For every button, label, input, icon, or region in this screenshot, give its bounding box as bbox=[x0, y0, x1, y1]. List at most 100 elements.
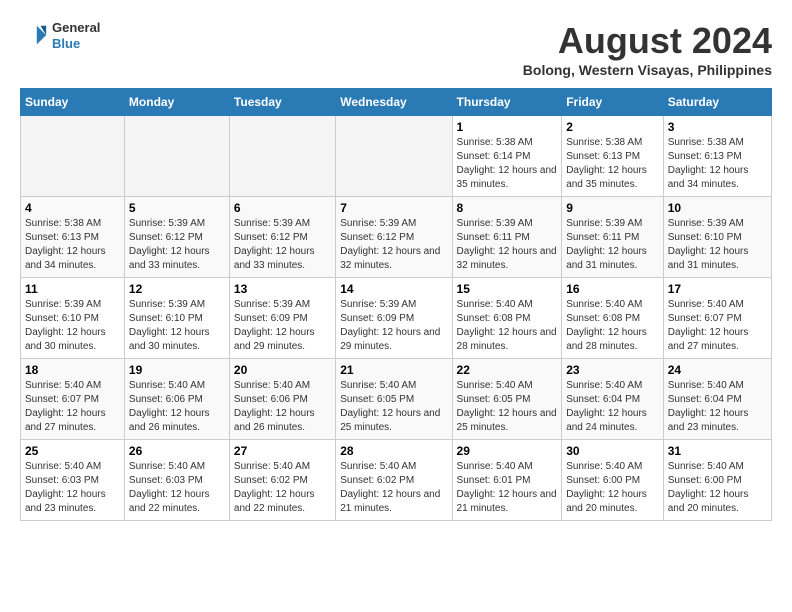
day-info: Sunrise: 5:40 AMSunset: 6:00 PMDaylight:… bbox=[566, 460, 659, 516]
calendar-cell: 10 Sunrise: 5:39 AMSunset: 6:10 PMDayligh… bbox=[663, 197, 771, 278]
day-number: 15 bbox=[457, 282, 558, 296]
day-number: 3 bbox=[668, 120, 767, 134]
day-number: 11 bbox=[25, 282, 120, 296]
day-number: 21 bbox=[340, 363, 447, 377]
week-row-3: 11 Sunrise: 5:39 AMSunset: 6:10 PMDayligh… bbox=[21, 278, 772, 359]
day-number: 19 bbox=[129, 363, 225, 377]
day-info: Sunrise: 5:39 AMSunset: 6:09 PMDaylight:… bbox=[234, 298, 331, 354]
day-number: 12 bbox=[129, 282, 225, 296]
day-info: Sunrise: 5:40 AMSunset: 6:06 PMDaylight:… bbox=[234, 379, 331, 435]
weekday-header-row: SundayMondayTuesdayWednesdayThursdayFrid… bbox=[21, 89, 772, 116]
calendar-cell: 31 Sunrise: 5:40 AMSunset: 6:00 PMDayligh… bbox=[663, 440, 771, 521]
day-number: 9 bbox=[566, 201, 659, 215]
calendar-cell: 1Sunrise: 5:38 AMSunset: 6:14 PMDaylight… bbox=[452, 116, 562, 197]
calendar-cell: 16 Sunrise: 5:40 AMSunset: 6:08 PMDayligh… bbox=[562, 278, 664, 359]
day-info: Sunrise: 5:39 AMSunset: 6:11 PMDaylight:… bbox=[566, 217, 659, 273]
calendar-cell: 21 Sunrise: 5:40 AMSunset: 6:05 PMDayligh… bbox=[336, 359, 452, 440]
weekday-header-thursday: Thursday bbox=[452, 89, 562, 116]
day-info: Sunrise: 5:39 AMSunset: 6:10 PMDaylight:… bbox=[129, 298, 225, 354]
day-number: 28 bbox=[340, 444, 447, 458]
calendar-cell: 26Sunrise: 5:40 AMSunset: 6:03 PMDayligh… bbox=[124, 440, 229, 521]
day-info: Sunrise: 5:40 AMSunset: 6:01 PMDaylight:… bbox=[457, 460, 558, 516]
day-info: Sunrise: 5:39 AMSunset: 6:10 PMDaylight:… bbox=[668, 217, 767, 273]
logo-line1: General bbox=[52, 20, 100, 36]
week-row-4: 18Sunrise: 5:40 AMSunset: 6:07 PMDayligh… bbox=[21, 359, 772, 440]
day-number: 22 bbox=[457, 363, 558, 377]
day-number: 10 bbox=[668, 201, 767, 215]
calendar-cell: 11Sunrise: 5:39 AMSunset: 6:10 PMDayligh… bbox=[21, 278, 125, 359]
month-title: August 2024 bbox=[523, 20, 772, 62]
week-row-2: 4 Sunrise: 5:38 AMSunset: 6:13 PMDaylight… bbox=[21, 197, 772, 278]
calendar-cell: 30 Sunrise: 5:40 AMSunset: 6:00 PMDayligh… bbox=[562, 440, 664, 521]
day-info: Sunrise: 5:39 AMSunset: 6:12 PMDaylight:… bbox=[234, 217, 331, 273]
day-number: 7 bbox=[340, 201, 447, 215]
calendar-cell: 20 Sunrise: 5:40 AMSunset: 6:06 PMDayligh… bbox=[229, 359, 335, 440]
day-number: 8 bbox=[457, 201, 558, 215]
calendar-cell: 22 Sunrise: 5:40 AMSunset: 6:05 PMDayligh… bbox=[452, 359, 562, 440]
day-info: Sunrise: 5:38 AMSunset: 6:13 PMDaylight:… bbox=[566, 136, 659, 192]
day-info: Sunrise: 5:39 AMSunset: 6:12 PMDaylight:… bbox=[129, 217, 225, 273]
day-number: 16 bbox=[566, 282, 659, 296]
day-number: 25 bbox=[25, 444, 120, 458]
day-number: 30 bbox=[566, 444, 659, 458]
day-info: Sunrise: 5:40 AMSunset: 6:02 PMDaylight:… bbox=[340, 460, 447, 516]
calendar-cell: 2 Sunrise: 5:38 AMSunset: 6:13 PMDaylight… bbox=[562, 116, 664, 197]
day-number: 13 bbox=[234, 282, 331, 296]
day-info: Sunrise: 5:40 AMSunset: 6:07 PMDaylight:… bbox=[668, 298, 767, 354]
week-row-5: 25 Sunrise: 5:40 AMSunset: 6:03 PMDayligh… bbox=[21, 440, 772, 521]
calendar-cell: 6Sunrise: 5:39 AMSunset: 6:12 PMDaylight… bbox=[229, 197, 335, 278]
calendar-cell bbox=[336, 116, 452, 197]
week-row-1: 1Sunrise: 5:38 AMSunset: 6:14 PMDaylight… bbox=[21, 116, 772, 197]
day-number: 4 bbox=[25, 201, 120, 215]
calendar-cell: 7 Sunrise: 5:39 AMSunset: 6:12 PMDaylight… bbox=[336, 197, 452, 278]
calendar-table: SundayMondayTuesdayWednesdayThursdayFrid… bbox=[20, 88, 772, 521]
day-number: 31 bbox=[668, 444, 767, 458]
logo: General Blue bbox=[20, 20, 100, 51]
day-info: Sunrise: 5:39 AMSunset: 6:09 PMDaylight:… bbox=[340, 298, 447, 354]
day-info: Sunrise: 5:40 AMSunset: 6:05 PMDaylight:… bbox=[340, 379, 447, 435]
weekday-header-friday: Friday bbox=[562, 89, 664, 116]
day-number: 20 bbox=[234, 363, 331, 377]
calendar-cell: 18Sunrise: 5:40 AMSunset: 6:07 PMDayligh… bbox=[21, 359, 125, 440]
day-info: Sunrise: 5:38 AMSunset: 6:13 PMDaylight:… bbox=[668, 136, 767, 192]
location: Bolong, Western Visayas, Philippines bbox=[523, 62, 772, 78]
calendar-cell: 9 Sunrise: 5:39 AMSunset: 6:11 PMDaylight… bbox=[562, 197, 664, 278]
day-number: 26 bbox=[129, 444, 225, 458]
day-info: Sunrise: 5:38 AMSunset: 6:13 PMDaylight:… bbox=[25, 217, 120, 273]
day-number: 24 bbox=[668, 363, 767, 377]
title-area: August 2024 Bolong, Western Visayas, Phi… bbox=[523, 20, 772, 78]
day-info: Sunrise: 5:40 AMSunset: 6:08 PMDaylight:… bbox=[566, 298, 659, 354]
day-number: 17 bbox=[668, 282, 767, 296]
calendar-cell: 27Sunrise: 5:40 AMSunset: 6:02 PMDayligh… bbox=[229, 440, 335, 521]
calendar-cell: 15Sunrise: 5:40 AMSunset: 6:08 PMDayligh… bbox=[452, 278, 562, 359]
weekday-header-monday: Monday bbox=[124, 89, 229, 116]
calendar-cell: 3 Sunrise: 5:38 AMSunset: 6:13 PMDaylight… bbox=[663, 116, 771, 197]
calendar-cell bbox=[229, 116, 335, 197]
weekday-header-sunday: Sunday bbox=[21, 89, 125, 116]
day-number: 2 bbox=[566, 120, 659, 134]
logo-icon bbox=[20, 22, 48, 50]
page-header: General Blue August 2024 Bolong, Western… bbox=[20, 20, 772, 78]
calendar-cell bbox=[124, 116, 229, 197]
calendar-cell: 12 Sunrise: 5:39 AMSunset: 6:10 PMDayligh… bbox=[124, 278, 229, 359]
day-info: Sunrise: 5:40 AMSunset: 6:00 PMDaylight:… bbox=[668, 460, 767, 516]
day-number: 29 bbox=[457, 444, 558, 458]
weekday-header-saturday: Saturday bbox=[663, 89, 771, 116]
day-number: 23 bbox=[566, 363, 659, 377]
day-info: Sunrise: 5:39 AMSunset: 6:12 PMDaylight:… bbox=[340, 217, 447, 273]
calendar-cell: 25 Sunrise: 5:40 AMSunset: 6:03 PMDayligh… bbox=[21, 440, 125, 521]
day-info: Sunrise: 5:40 AMSunset: 6:05 PMDaylight:… bbox=[457, 379, 558, 435]
calendar-cell: 13 Sunrise: 5:39 AMSunset: 6:09 PMDayligh… bbox=[229, 278, 335, 359]
calendar-cell: 8Sunrise: 5:39 AMSunset: 6:11 PMDaylight… bbox=[452, 197, 562, 278]
day-info: Sunrise: 5:40 AMSunset: 6:03 PMDaylight:… bbox=[25, 460, 120, 516]
day-info: Sunrise: 5:40 AMSunset: 6:04 PMDaylight:… bbox=[566, 379, 659, 435]
calendar-cell: 5Sunrise: 5:39 AMSunset: 6:12 PMDaylight… bbox=[124, 197, 229, 278]
calendar-cell: 19 Sunrise: 5:40 AMSunset: 6:06 PMDayligh… bbox=[124, 359, 229, 440]
calendar-cell: 23 Sunrise: 5:40 AMSunset: 6:04 PMDayligh… bbox=[562, 359, 664, 440]
calendar-cell: 4 Sunrise: 5:38 AMSunset: 6:13 PMDaylight… bbox=[21, 197, 125, 278]
day-info: Sunrise: 5:38 AMSunset: 6:14 PMDaylight:… bbox=[457, 136, 558, 192]
day-info: Sunrise: 5:40 AMSunset: 6:04 PMDaylight:… bbox=[668, 379, 767, 435]
day-info: Sunrise: 5:40 AMSunset: 6:06 PMDaylight:… bbox=[129, 379, 225, 435]
calendar-cell: 28 Sunrise: 5:40 AMSunset: 6:02 PMDayligh… bbox=[336, 440, 452, 521]
calendar-cell: 24 Sunrise: 5:40 AMSunset: 6:04 PMDayligh… bbox=[663, 359, 771, 440]
